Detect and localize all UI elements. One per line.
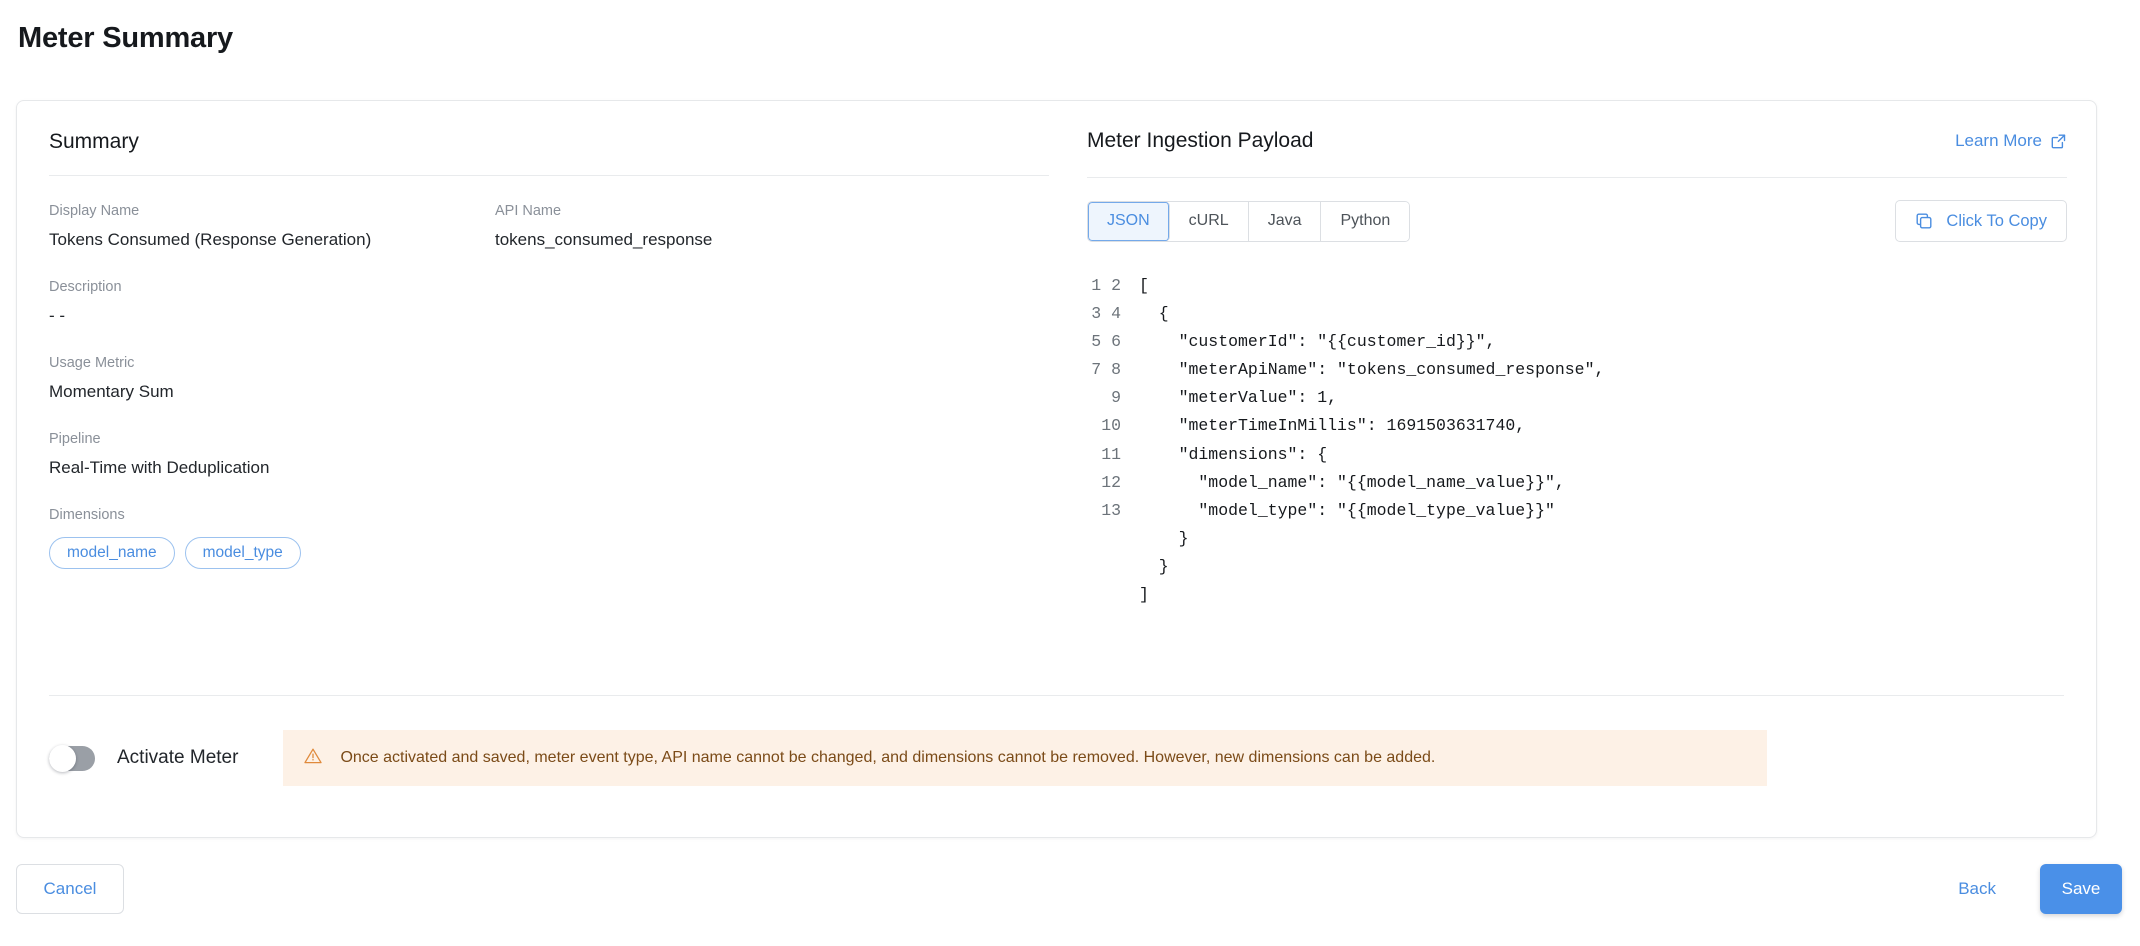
save-button[interactable]: Save [2040, 864, 2122, 914]
api-name-label: API Name [495, 203, 562, 219]
api-name-value: tokens_consumed_response [495, 230, 713, 249]
tab-json[interactable]: JSON [1088, 201, 1170, 241]
dimension-chip[interactable]: model_name [49, 537, 175, 569]
pipeline-field: Pipeline Real-Time with Deduplication [49, 430, 1049, 479]
summary-row-names: Display Name Tokens Consumed (Response G… [49, 202, 1049, 251]
dimensions-field: Dimensions model_name model_type [49, 506, 1049, 569]
description-field: Description - - [49, 278, 1049, 327]
summary-panel: Summary Display Name Tokens Consumed (Re… [49, 129, 1049, 569]
summary-divider [49, 175, 1049, 176]
meter-summary-page: Meter Summary Summary Display Name Token… [0, 0, 2140, 946]
footer-actions: Cancel Back Save [0, 864, 2140, 946]
cancel-button[interactable]: Cancel [16, 864, 124, 914]
code-content: [ { "customerId": "{{customer_id}}", "me… [1139, 276, 1605, 605]
usage-metric-field: Usage Metric Momentary Sum [49, 354, 1049, 403]
toggle-knob [49, 744, 76, 772]
display-name-label: Display Name [49, 203, 140, 219]
click-to-copy-button[interactable]: Click To Copy [1895, 200, 2067, 242]
learn-more-label: Learn More [1955, 131, 2042, 150]
tab-curl[interactable]: cURL [1169, 201, 1249, 241]
card-body: Summary Display Name Tokens Consumed (Re… [17, 101, 2096, 695]
usage-metric-label: Usage Metric [49, 355, 135, 371]
description-label: Description [49, 279, 122, 295]
payload-format-tabs: JSON cURL Java Python [1087, 200, 1411, 242]
back-button[interactable]: Back [1958, 864, 1996, 914]
payload-controls: JSON cURL Java Python Click To Copy [1087, 200, 2067, 242]
payload-heading: Meter Ingestion Payload [1087, 129, 1314, 152]
activate-section-divider [49, 695, 2064, 696]
activation-warning-text: Once activated and saved, meter event ty… [340, 749, 1436, 766]
activate-meter-toggle[interactable] [49, 744, 95, 772]
pipeline-label: Pipeline [49, 431, 101, 447]
code-line-numbers: 1 2 3 4 5 6 7 8 9 10 11 12 13 [1091, 276, 1121, 520]
activate-meter-label: Activate Meter [117, 747, 239, 768]
payload-panel: Meter Ingestion Payload Learn More JSON … [1087, 127, 2067, 609]
dimension-chip-list: model_name model_type [49, 537, 1049, 569]
payload-divider [1087, 177, 2067, 178]
payload-header: Meter Ingestion Payload Learn More [1087, 127, 2067, 155]
copy-button-label: Click To Copy [1946, 211, 2047, 230]
activation-warning-banner: Once activated and saved, meter event ty… [283, 730, 1768, 786]
tab-python[interactable]: Python [1321, 201, 1410, 241]
dimensions-label: Dimensions [49, 507, 125, 523]
tab-java[interactable]: Java [1248, 201, 1322, 241]
pipeline-value: Real-Time with Deduplication [49, 458, 270, 477]
payload-code-block[interactable]: 1 2 3 4 5 6 7 8 9 10 11 12 13 [ { "custo… [1087, 272, 2067, 609]
meter-summary-card: Summary Display Name Tokens Consumed (Re… [16, 100, 2097, 838]
description-value: - - [49, 306, 66, 325]
display-name-field: Display Name Tokens Consumed (Response G… [49, 202, 495, 251]
page-title: Meter Summary [18, 22, 233, 54]
copy-icon [1915, 212, 1933, 230]
usage-metric-value: Momentary Sum [49, 382, 174, 401]
warning-triangle-icon [303, 746, 323, 771]
api-name-field: API Name tokens_consumed_response [495, 202, 941, 251]
activate-meter-row: Activate Meter Once activated and saved,… [49, 730, 2064, 786]
learn-more-link[interactable]: Learn More [1955, 131, 2067, 151]
summary-heading: Summary [49, 130, 139, 153]
dimension-chip[interactable]: model_type [184, 537, 301, 569]
display-name-value: Tokens Consumed (Response Generation) [49, 230, 372, 249]
external-link-icon [2050, 133, 2067, 150]
